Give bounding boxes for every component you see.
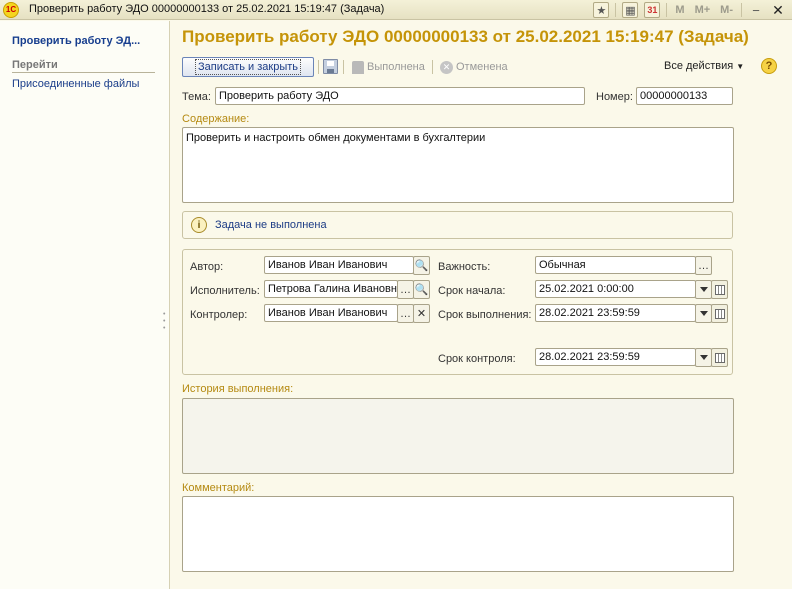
search-icon[interactable]: 🔍 xyxy=(413,280,430,299)
subject-label: Тема: xyxy=(182,91,211,103)
toolbar-separator xyxy=(432,60,433,74)
page-title: Проверить работу ЭДО 00000000133 от 25.0… xyxy=(182,27,749,46)
minimize-icon[interactable]: − xyxy=(748,2,764,18)
window-title: Проверить работу ЭДО 00000000133 от 25.0… xyxy=(29,3,385,15)
dropdown-arrow-icon[interactable] xyxy=(695,280,712,299)
search-icon[interactable]: 🔍 xyxy=(413,256,430,275)
comment-textarea[interactable] xyxy=(182,496,734,572)
history-label: История выполнения: xyxy=(182,383,294,395)
calendar-picker-icon[interactable] xyxy=(711,304,728,323)
sidebar-item-attached-files[interactable]: Присоединенные файлы xyxy=(12,78,139,90)
number-label: Номер: xyxy=(596,91,633,103)
participants-group: Автор: Иванов Иван Иванович 🔍 Исполнител… xyxy=(182,249,733,375)
number-input[interactable]: 00000000133 xyxy=(636,87,733,105)
author-field: Иванов Иван Иванович 🔍 xyxy=(264,256,431,275)
memory-minus-button[interactable]: M- xyxy=(718,2,735,18)
calculator-icon[interactable]: ▦ xyxy=(622,2,639,18)
dropdown-arrow-icon[interactable] xyxy=(695,348,712,367)
executor-input[interactable]: Петрова Галина Ивановна xyxy=(264,280,398,298)
executor-field: Петрова Галина Ивановна … 🔍 xyxy=(264,280,431,299)
close-icon[interactable]: ✕ xyxy=(770,2,786,18)
start-date-field: 25.02.2021 0:00:00 xyxy=(535,280,728,299)
control-date-input[interactable]: 28.02.2021 23:59:59 xyxy=(535,348,696,366)
title-separator xyxy=(666,3,668,17)
navigation-sidebar: Проверить работу ЭД... Перейти Присоедин… xyxy=(0,21,170,589)
info-icon: i xyxy=(191,217,207,233)
control-date-label: Срок контроля: xyxy=(438,353,516,365)
sidebar-title[interactable]: Проверить работу ЭД... xyxy=(12,35,140,47)
content-textarea[interactable]: Проверить и настроить обмен документами … xyxy=(182,127,734,203)
start-date-label: Срок начала: xyxy=(438,285,506,297)
calendar-icon[interactable]: 31 xyxy=(644,2,661,18)
content-label: Содержание: xyxy=(182,113,250,125)
sidebar-divider xyxy=(12,72,155,73)
due-date-input[interactable]: 28.02.2021 23:59:59 xyxy=(535,304,696,322)
clear-icon[interactable]: ✕ xyxy=(413,304,430,323)
importance-label: Важность: xyxy=(438,261,491,273)
status-panel: i Задача не выполнена xyxy=(182,211,733,239)
stamp-icon xyxy=(352,60,364,74)
mark-done-button[interactable]: Выполнена xyxy=(352,59,425,75)
save-icon[interactable] xyxy=(323,59,338,74)
title-bar-tools: ★ ▦ 31 M M+ M- − ✕ xyxy=(593,1,786,19)
status-text: Задача не выполнена xyxy=(215,219,327,231)
toolbar-separator xyxy=(318,60,319,74)
history-area[interactable] xyxy=(182,398,734,474)
subject-input[interactable]: Проверить работу ЭДО xyxy=(215,87,585,105)
select-ellipsis-button[interactable]: … xyxy=(397,304,414,323)
calendar-picker-icon[interactable] xyxy=(711,348,728,367)
importance-field: Обычная … xyxy=(535,256,712,275)
select-ellipsis-button[interactable]: … xyxy=(397,280,414,299)
comment-label: Комментарий: xyxy=(182,482,255,494)
help-icon[interactable]: ? xyxy=(761,58,777,74)
due-date-label: Срок выполнения: xyxy=(438,309,532,321)
memory-plus-button[interactable]: M+ xyxy=(693,2,713,18)
save-and-close-label: Записать и закрыть xyxy=(194,59,302,75)
cancel-icon: ✕ xyxy=(440,60,453,74)
author-input[interactable]: Иванов Иван Иванович xyxy=(264,256,414,274)
all-actions-menu[interactable]: Все действия ▼ xyxy=(664,60,744,72)
mark-cancelled-button[interactable]: ✕ Отменена xyxy=(440,59,508,75)
sidebar-section-goto: Перейти xyxy=(12,59,58,71)
control-date-field: 28.02.2021 23:59:59 xyxy=(535,348,728,367)
save-and-close-button[interactable]: Записать и закрыть xyxy=(182,57,314,77)
main-form: Проверить работу ЭДО 00000000133 от 25.0… xyxy=(171,21,788,585)
app-logo-icon[interactable]: 1С xyxy=(3,2,19,18)
title-separator xyxy=(741,3,742,17)
author-label: Автор: xyxy=(190,261,224,273)
due-date-field: 28.02.2021 23:59:59 xyxy=(535,304,728,323)
all-actions-label: Все действия xyxy=(664,60,734,72)
dropdown-arrow-icon[interactable] xyxy=(695,304,712,323)
calendar-picker-icon[interactable] xyxy=(711,280,728,299)
form-toolbar: Записать и закрыть Выполнена ✕ Отменена … xyxy=(182,56,777,78)
splitter-handle[interactable]: • • • xyxy=(163,311,166,332)
favorite-star-icon[interactable]: ★ xyxy=(593,2,610,18)
title-separator xyxy=(615,3,617,17)
importance-input[interactable]: Обычная xyxy=(535,256,696,274)
mark-done-label: Выполнена xyxy=(367,61,425,73)
executor-label: Исполнитель: xyxy=(190,285,260,297)
mark-cancelled-label: Отменена xyxy=(456,61,508,73)
chevron-down-icon: ▼ xyxy=(736,62,745,71)
title-bar: 1С Проверить работу ЭДО 00000000133 от 2… xyxy=(0,0,792,20)
controller-field: Иванов Иван Иванович … ✕ xyxy=(264,304,431,323)
controller-label: Контролер: xyxy=(190,309,248,321)
memory-button[interactable]: M xyxy=(673,2,686,18)
toolbar-separator xyxy=(343,60,344,74)
start-date-input[interactable]: 25.02.2021 0:00:00 xyxy=(535,280,696,298)
select-ellipsis-button[interactable]: … xyxy=(695,256,712,275)
controller-input[interactable]: Иванов Иван Иванович xyxy=(264,304,398,322)
